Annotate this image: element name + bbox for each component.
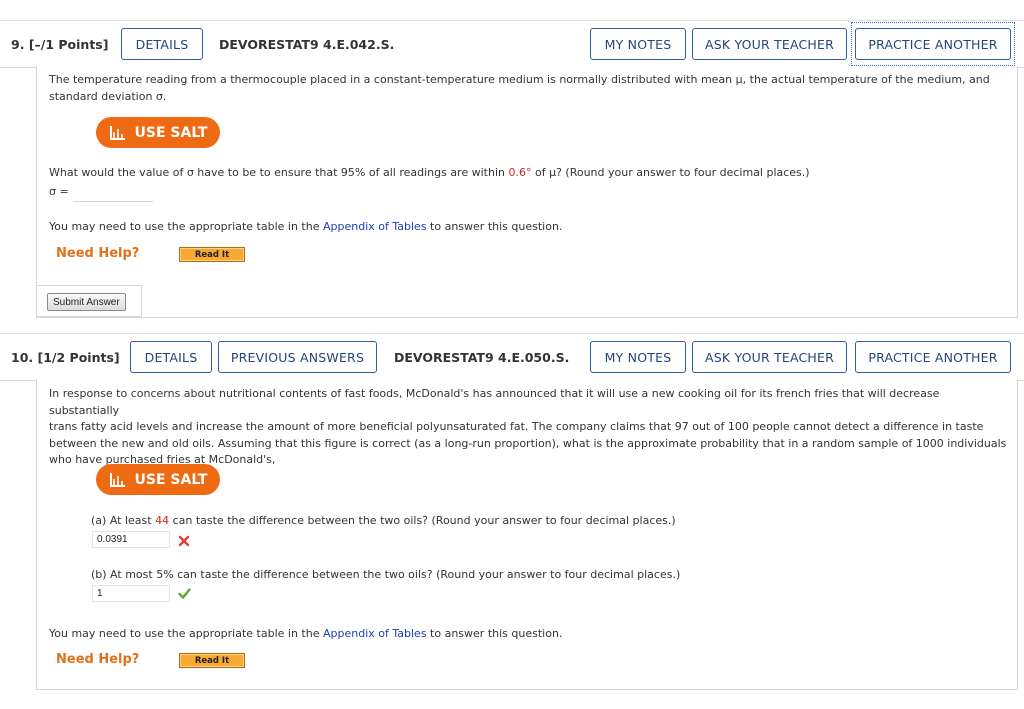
use-salt-button[interactable]: USE SALT <box>96 464 220 495</box>
appendix-of-tables-link[interactable]: Appendix of Tables <box>323 627 427 640</box>
read-it-button[interactable]: Read It <box>179 653 245 668</box>
question-9-intro: The temperature reading from a thermocou… <box>49 73 990 103</box>
question-9-points: [–/1 Points] <box>28 37 109 52</box>
question-10-code: DEVORESTAT9 4.E.050.S. <box>394 350 570 365</box>
question-10-number: 10. [1/2 Points] <box>11 350 120 365</box>
tolerance-value: 0.6° <box>508 166 532 179</box>
part-b-answer-input[interactable]: 1 <box>92 585 170 602</box>
part-a-answer-input[interactable]: 0.0391 <box>92 531 170 548</box>
appendix-of-tables-link[interactable]: Appendix of Tables <box>323 220 427 233</box>
details-button[interactable]: DETAILS <box>121 28 203 60</box>
details-button[interactable]: DETAILS <box>130 341 212 373</box>
part-a-count: 44 <box>155 514 170 527</box>
question-10-body: In response to concerns about nutritiona… <box>36 379 1018 690</box>
submit-answer-button[interactable]: Submit Answer <box>47 293 126 311</box>
appendix-note: You may need to use the appropriate tabl… <box>49 627 563 640</box>
question-9-prompt: What would the value of σ have to be to … <box>49 166 810 179</box>
read-it-button[interactable]: Read It <box>179 247 245 262</box>
my-notes-button[interactable]: MY NOTES <box>590 28 686 60</box>
part-b-prompt: (b) At most 5% can taste the difference … <box>91 568 681 581</box>
sigma-label: σ = <box>49 185 69 198</box>
question-9-header: 9. [–/1 Points] DETAILS DEVORESTAT9 4.E.… <box>0 20 1024 68</box>
use-salt-button[interactable]: USE SALT <box>96 117 220 148</box>
question-10-intro: In response to concerns about nutritiona… <box>49 387 1007 466</box>
question-9-number: 9. [–/1 Points] <box>11 37 109 52</box>
question-9-body: The temperature reading from a thermocou… <box>36 66 1018 318</box>
salt-logo-icon <box>109 125 125 140</box>
my-notes-button[interactable]: MY NOTES <box>590 341 686 373</box>
need-help-label: Need Help? <box>56 246 140 261</box>
practice-another-button[interactable]: PRACTICE ANOTHER <box>855 341 1011 373</box>
previous-answers-button[interactable]: PREVIOUS ANSWERS <box>218 341 377 373</box>
practice-another-button[interactable]: PRACTICE ANOTHER <box>855 28 1011 60</box>
ask-your-teacher-button[interactable]: ASK YOUR TEACHER <box>692 341 847 373</box>
question-10-header: 10. [1/2 Points] DETAILS PREVIOUS ANSWER… <box>0 333 1024 381</box>
ask-your-teacher-button[interactable]: ASK YOUR TEACHER <box>692 28 847 60</box>
question-9-code: DEVORESTAT9 4.E.042.S. <box>219 37 395 52</box>
sigma-answer-input[interactable] <box>73 183 153 202</box>
incorrect-x-icon <box>178 535 190 547</box>
appendix-note: You may need to use the appropriate tabl… <box>49 220 563 233</box>
part-a-prompt: (a) At least 44 can taste the difference… <box>91 514 676 527</box>
question-10-points: [1/2 Points] <box>37 350 120 365</box>
need-help-label: Need Help? <box>56 652 140 667</box>
correct-check-icon <box>178 588 191 599</box>
salt-logo-icon <box>109 472 125 487</box>
